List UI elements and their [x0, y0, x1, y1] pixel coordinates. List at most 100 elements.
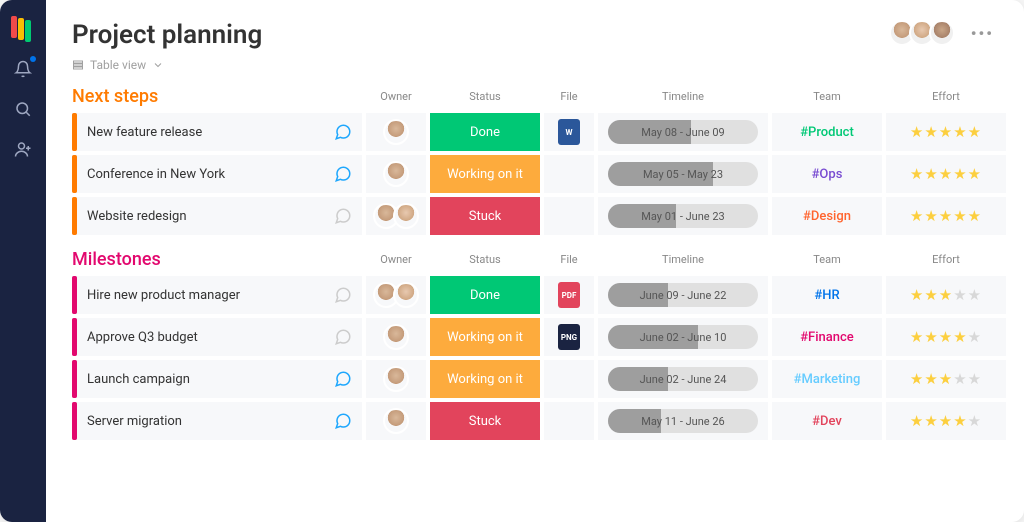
effort-cell[interactable]: ★★★★★: [886, 197, 1006, 235]
view-label: Table view: [90, 58, 146, 72]
timeline-cell[interactable]: May 05 - May 23: [598, 155, 768, 193]
table-row: Website redesign Stuck May 01 - June 23 …: [72, 197, 998, 235]
item-name-cell[interactable]: New feature release: [72, 113, 362, 151]
team-cell[interactable]: #Product: [772, 113, 882, 151]
status-cell[interactable]: Stuck: [430, 402, 540, 440]
header-avatars[interactable]: [895, 20, 955, 46]
col-owner: Owner: [366, 90, 426, 107]
item-name: New feature release: [87, 125, 202, 140]
chat-icon[interactable]: [334, 412, 352, 430]
effort-cell[interactable]: ★★★★★: [886, 276, 1006, 314]
chevron-down-icon: [152, 59, 164, 71]
left-sidebar: [0, 0, 46, 522]
group-color-bar: [72, 402, 77, 440]
item-name: Approve Q3 budget: [87, 330, 198, 345]
chat-icon[interactable]: [334, 286, 352, 304]
chat-icon[interactable]: [334, 328, 352, 346]
file-cell[interactable]: PDF: [544, 276, 594, 314]
group-color-bar: [72, 155, 77, 193]
effort-cell[interactable]: ★★★★★: [886, 402, 1006, 440]
table-row: Launch campaign Working on it June 02 - …: [72, 360, 998, 398]
col-team: Team: [772, 253, 882, 270]
owner-cell[interactable]: [366, 360, 426, 398]
effort-cell[interactable]: ★★★★★: [886, 113, 1006, 151]
timeline-cell[interactable]: June 09 - June 22: [598, 276, 768, 314]
app-logo[interactable]: [11, 16, 35, 40]
group-milestones: Milestones Owner Status File Timeline Te…: [72, 249, 998, 440]
status-cell[interactable]: Done: [430, 276, 540, 314]
view-selector[interactable]: Table view: [72, 58, 262, 72]
notification-dot: [30, 56, 36, 62]
owner-cell[interactable]: [366, 276, 426, 314]
col-effort: Effort: [886, 90, 1006, 107]
file-cell[interactable]: [544, 402, 594, 440]
group-color-bar: [72, 360, 77, 398]
owner-cell[interactable]: [366, 155, 426, 193]
owner-cell[interactable]: [366, 197, 426, 235]
status-cell[interactable]: Working on it: [430, 360, 540, 398]
col-file: File: [544, 90, 594, 107]
status-cell[interactable]: Working on it: [430, 318, 540, 356]
effort-cell[interactable]: ★★★★★: [886, 360, 1006, 398]
item-name: Launch campaign: [87, 372, 190, 387]
col-owner: Owner: [366, 253, 426, 270]
group-title[interactable]: Next steps: [72, 86, 362, 107]
col-file: File: [544, 253, 594, 270]
item-name: Server migration: [87, 414, 182, 429]
file-cell[interactable]: [544, 360, 594, 398]
col-timeline: Timeline: [598, 253, 768, 270]
file-cell[interactable]: W: [544, 113, 594, 151]
group-color-bar: [72, 318, 77, 356]
col-effort: Effort: [886, 253, 1006, 270]
effort-cell[interactable]: ★★★★★: [886, 318, 1006, 356]
timeline-cell[interactable]: June 02 - June 10: [598, 318, 768, 356]
chat-icon[interactable]: [334, 165, 352, 183]
chat-icon[interactable]: [334, 370, 352, 388]
team-cell[interactable]: #Dev: [772, 402, 882, 440]
team-cell[interactable]: #Marketing: [772, 360, 882, 398]
item-name-cell[interactable]: Website redesign: [72, 197, 362, 235]
item-name-cell[interactable]: Server migration: [72, 402, 362, 440]
item-name-cell[interactable]: Launch campaign: [72, 360, 362, 398]
status-cell[interactable]: Stuck: [430, 197, 540, 235]
owner-cell[interactable]: [366, 318, 426, 356]
effort-cell[interactable]: ★★★★★: [886, 155, 1006, 193]
timeline-cell[interactable]: June 02 - June 24: [598, 360, 768, 398]
status-cell[interactable]: Working on it: [430, 155, 540, 193]
table-row: Approve Q3 budget Working on it PNG June…: [72, 318, 998, 356]
team-cell[interactable]: #Finance: [772, 318, 882, 356]
owner-cell[interactable]: [366, 113, 426, 151]
status-cell[interactable]: Done: [430, 113, 540, 151]
item-name-cell[interactable]: Approve Q3 budget: [72, 318, 362, 356]
col-team: Team: [772, 90, 882, 107]
timeline-cell[interactable]: May 08 - June 09: [598, 113, 768, 151]
file-cell[interactable]: [544, 155, 594, 193]
item-name-cell[interactable]: Hire new product manager: [72, 276, 362, 314]
table-row: Conference in New York Working on it May…: [72, 155, 998, 193]
file-cell[interactable]: [544, 197, 594, 235]
search-icon[interactable]: [12, 98, 34, 120]
item-name: Conference in New York: [87, 167, 225, 182]
group-color-bar: [72, 197, 77, 235]
more-menu[interactable]: •••: [967, 24, 998, 43]
team-cell[interactable]: #Design: [772, 197, 882, 235]
table-row: Server migration Stuck May 11 - June 26 …: [72, 402, 998, 440]
group-next-steps: Next steps Owner Status File Timeline Te…: [72, 86, 998, 235]
chat-icon[interactable]: [334, 207, 352, 225]
file-cell[interactable]: PNG: [544, 318, 594, 356]
col-timeline: Timeline: [598, 90, 768, 107]
page-title: Project planning: [72, 20, 262, 50]
timeline-cell[interactable]: May 11 - June 26: [598, 402, 768, 440]
team-cell[interactable]: #Ops: [772, 155, 882, 193]
col-status: Status: [430, 253, 540, 270]
owner-cell[interactable]: [366, 402, 426, 440]
col-status: Status: [430, 90, 540, 107]
add-user-icon[interactable]: [12, 138, 34, 160]
item-name-cell[interactable]: Conference in New York: [72, 155, 362, 193]
team-cell[interactable]: #HR: [772, 276, 882, 314]
item-name: Hire new product manager: [87, 288, 240, 303]
notifications-icon[interactable]: [12, 58, 34, 80]
chat-icon[interactable]: [334, 123, 352, 141]
timeline-cell[interactable]: May 01 - June 23: [598, 197, 768, 235]
group-title[interactable]: Milestones: [72, 249, 362, 270]
